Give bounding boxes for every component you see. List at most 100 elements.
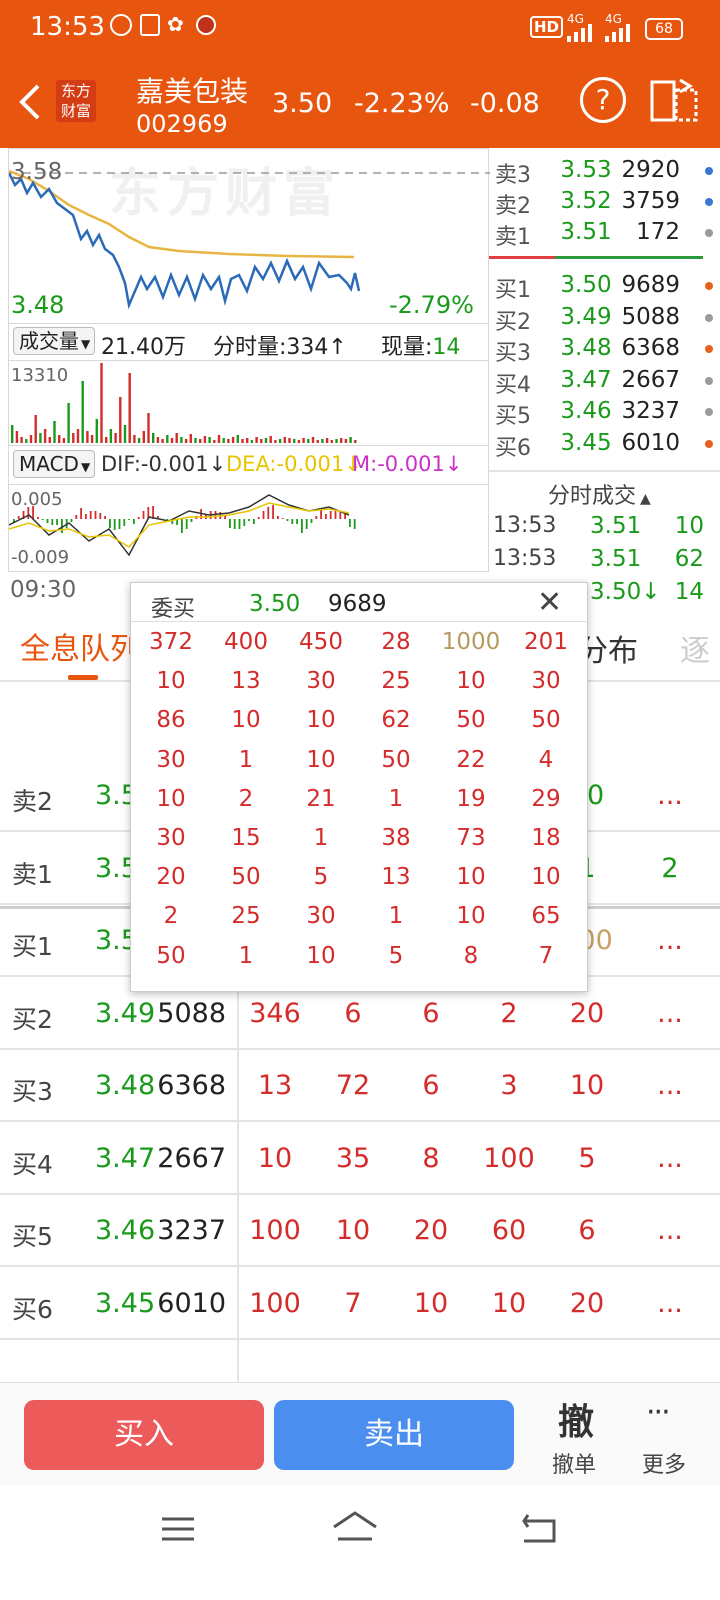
queue-cell: 10 — [491, 1287, 527, 1319]
queue-cell: 20 — [569, 1287, 605, 1319]
low-price-label: 3.48 — [11, 291, 65, 319]
queue-row-more[interactable]: ... — [650, 998, 690, 1029]
popup-queue-cell: 1 — [388, 785, 404, 812]
macd-chart[interactable]: 0.005 -0.009 — [8, 484, 489, 572]
popup-queue-cell: 1 — [313, 825, 329, 851]
volume-bar — [255, 437, 258, 443]
queue-row-more[interactable]: ... — [650, 1143, 690, 1174]
queue-row-more[interactable]: ... — [650, 1288, 690, 1319]
more-button[interactable]: ··· 更多 — [628, 1391, 708, 1481]
buy-divider — [555, 256, 703, 259]
trades-title[interactable]: 分时成交 ▲ — [548, 478, 651, 510]
queue-row[interactable]: 买6 3.45 6010 100 7 10 10 20... — [0, 1268, 720, 1340]
home-icon[interactable] — [330, 1509, 380, 1545]
macd-bar — [133, 519, 135, 524]
volume-bar — [62, 438, 66, 443]
volume-bar — [133, 435, 136, 443]
help-icon[interactable]: ? — [580, 77, 626, 123]
tab-next-fade[interactable]: 逐 — [680, 626, 710, 670]
app-notification-icon: ✿ — [167, 12, 184, 36]
current-volume-label: 现量: — [381, 335, 433, 360]
macd-top-label: 0.005 — [11, 489, 63, 510]
buy-row-dot — [705, 345, 713, 353]
popup-volume: 9689 — [328, 591, 387, 617]
macd-bar — [286, 519, 289, 521]
queue-row-more[interactable]: ... — [650, 925, 690, 956]
trade-price: 3.51 — [590, 546, 642, 572]
popup-queue-cell: 10 — [156, 668, 186, 695]
buy-row-volume: 5088 — [621, 303, 680, 330]
volume-bar — [105, 437, 108, 443]
stock-header: 东方财富 嘉美包装 002969 3.50 -2.23% -0.08 ? — [0, 56, 720, 148]
queue-row-more[interactable]: 2 — [650, 853, 690, 884]
macd-bar — [305, 519, 308, 529]
menu-icon[interactable] — [160, 1515, 196, 1545]
queue-row-label: 买4 — [12, 1149, 53, 1179]
queue-column-divider — [237, 978, 239, 1382]
volume-chart[interactable]: 13310 — [8, 360, 489, 446]
volume-bar — [170, 438, 174, 443]
buy-row-volume: 9689 — [621, 272, 680, 298]
queue-cell: 10 — [569, 1070, 605, 1101]
popup-queue-cell: 10 — [456, 903, 486, 930]
volume-bar — [156, 437, 160, 443]
intraday-price-chart[interactable]: 东方财富 3.58 3.48 -2.79% — [8, 148, 490, 324]
volume-bar — [114, 433, 117, 443]
volume-bar — [76, 429, 80, 443]
buy-row-volume: 2667 — [621, 366, 680, 393]
popup-queue-cell: 201 — [524, 629, 568, 655]
popup-queue-cell: 10 — [306, 942, 336, 969]
buy-row-label: 买5 — [495, 404, 531, 429]
queue-cell: 100 — [249, 1287, 301, 1319]
volume-bar — [264, 438, 268, 443]
buy-row-label: 买6 — [495, 435, 531, 461]
change-amount: -0.08 — [470, 88, 540, 119]
queue-cell: 35 — [335, 1142, 371, 1174]
popup-queue-cell: 30 — [156, 746, 186, 773]
queue-row[interactable]: 买3 3.48 6368 13 72 6 3 10... — [0, 1050, 720, 1122]
popup-queue-cell: 10 — [456, 864, 486, 891]
tab-full-queue[interactable]: 全息队列 — [20, 624, 140, 668]
queue-row-label: 买2 — [12, 1004, 53, 1034]
queue-row[interactable]: 买5 3.46 3237 100 10 20 60 6... — [0, 1195, 720, 1267]
queue-cell: 20 — [413, 1215, 449, 1246]
up-arrow-icon: ↑ — [328, 335, 347, 360]
current-volume: 现量:14 — [381, 329, 460, 361]
volume-bar — [344, 439, 348, 443]
queue-row-more[interactable]: ... — [650, 780, 690, 811]
close-icon[interactable]: ✕ — [537, 585, 562, 620]
popup-divider — [131, 621, 589, 622]
popup-queue-cell: 7 — [538, 942, 554, 969]
volume-bar — [72, 433, 75, 443]
queue-cell: 10 — [413, 1287, 449, 1319]
indicator-selector[interactable]: 成交量 ▼ — [13, 327, 95, 355]
popup-queue-cell: 10 — [531, 864, 561, 891]
buy-button[interactable]: 买入 — [24, 1400, 264, 1470]
queue-row-more[interactable]: ... — [650, 1070, 690, 1101]
dropdown-icon: ▼ — [80, 460, 91, 474]
macd-bar — [181, 519, 183, 533]
cancel-icon: 撤 — [558, 1402, 595, 1443]
popup-queue-cell: 13 — [381, 864, 411, 891]
macd-bar — [80, 508, 82, 519]
macd-selector[interactable]: MACD ▼ — [13, 450, 95, 478]
macd-svg — [9, 494, 356, 557]
queue-row-more[interactable]: ... — [650, 1215, 690, 1246]
queue-cell: 100 — [249, 1215, 301, 1246]
back-arrow-icon[interactable] — [16, 82, 42, 122]
volume-bar — [34, 415, 37, 443]
cancel-order-button[interactable]: 撤 撤单 — [538, 1391, 618, 1481]
volume-bar — [311, 437, 315, 443]
queue-row[interactable]: 买4 3.47 2667 10 35 8 100 5... — [0, 1123, 720, 1195]
macd-bar — [296, 519, 298, 524]
popup-queue-cell: 13 — [231, 668, 261, 695]
macd-bar — [37, 517, 39, 519]
high-price-label: 3.58 — [11, 159, 63, 185]
sell-button[interactable]: 卖出 — [274, 1400, 514, 1470]
back-icon[interactable] — [520, 1511, 560, 1545]
volume-bar — [222, 438, 225, 443]
hd-icon: HD — [530, 16, 564, 38]
current-volume-value: 14 — [432, 335, 461, 360]
switch-layout-icon[interactable] — [650, 76, 698, 124]
queue-cell: 346 — [249, 997, 301, 1029]
